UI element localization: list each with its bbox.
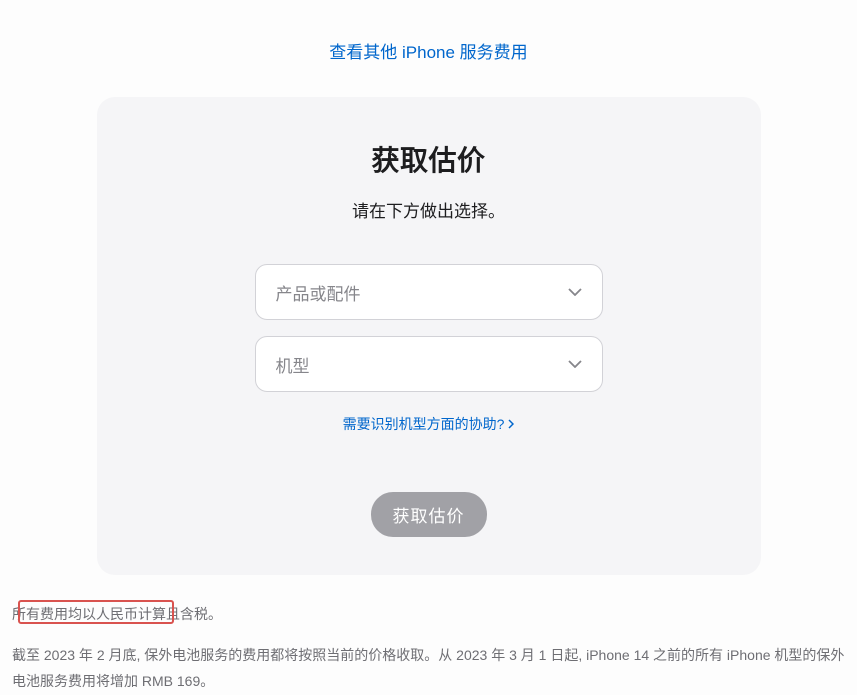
help-link-label: 需要识别机型方面的协助? [343, 414, 505, 434]
chevron-down-icon [568, 288, 582, 296]
get-estimate-button[interactable]: 获取估价 [371, 492, 487, 537]
other-service-fees-link[interactable]: 查看其他 iPhone 服务费用 [329, 43, 527, 62]
select-model-placeholder: 机型 [276, 352, 310, 377]
select-product-wrap: 产品或配件 [255, 264, 603, 320]
chevron-right-icon [508, 419, 514, 429]
select-product[interactable]: 产品或配件 [255, 264, 603, 320]
footnotes: 所有费用均以人民币计算且含税。 截至 2023 年 2 月底, 保外电池服务的费… [0, 575, 857, 695]
identify-model-help-link[interactable]: 需要识别机型方面的协助? [343, 414, 515, 434]
chevron-down-icon [568, 360, 582, 368]
card-subtitle: 请在下方做出选择。 [137, 197, 721, 222]
footnote-price-change: 截至 2023 年 2 月底, 保外电池服务的费用都将按照当前的价格收取。从 2… [12, 642, 845, 695]
footnote-currency: 所有费用均以人民币计算且含税。 [12, 601, 845, 628]
select-model[interactable]: 机型 [255, 336, 603, 392]
top-link-wrap: 查看其他 iPhone 服务费用 [0, 0, 857, 97]
footnote-price-part2: 费用将增加 RMB 169。 [68, 673, 214, 689]
card-title: 获取估价 [137, 139, 721, 179]
select-product-placeholder: 产品或配件 [276, 280, 361, 305]
select-model-wrap: 机型 [255, 336, 603, 392]
selects-group: 产品或配件 机型 需要识别机型方面的协助? [137, 264, 721, 434]
estimate-card: 获取估价 请在下方做出选择。 产品或配件 机型 需要识别机型方面的协助? 获取估… [97, 97, 761, 575]
